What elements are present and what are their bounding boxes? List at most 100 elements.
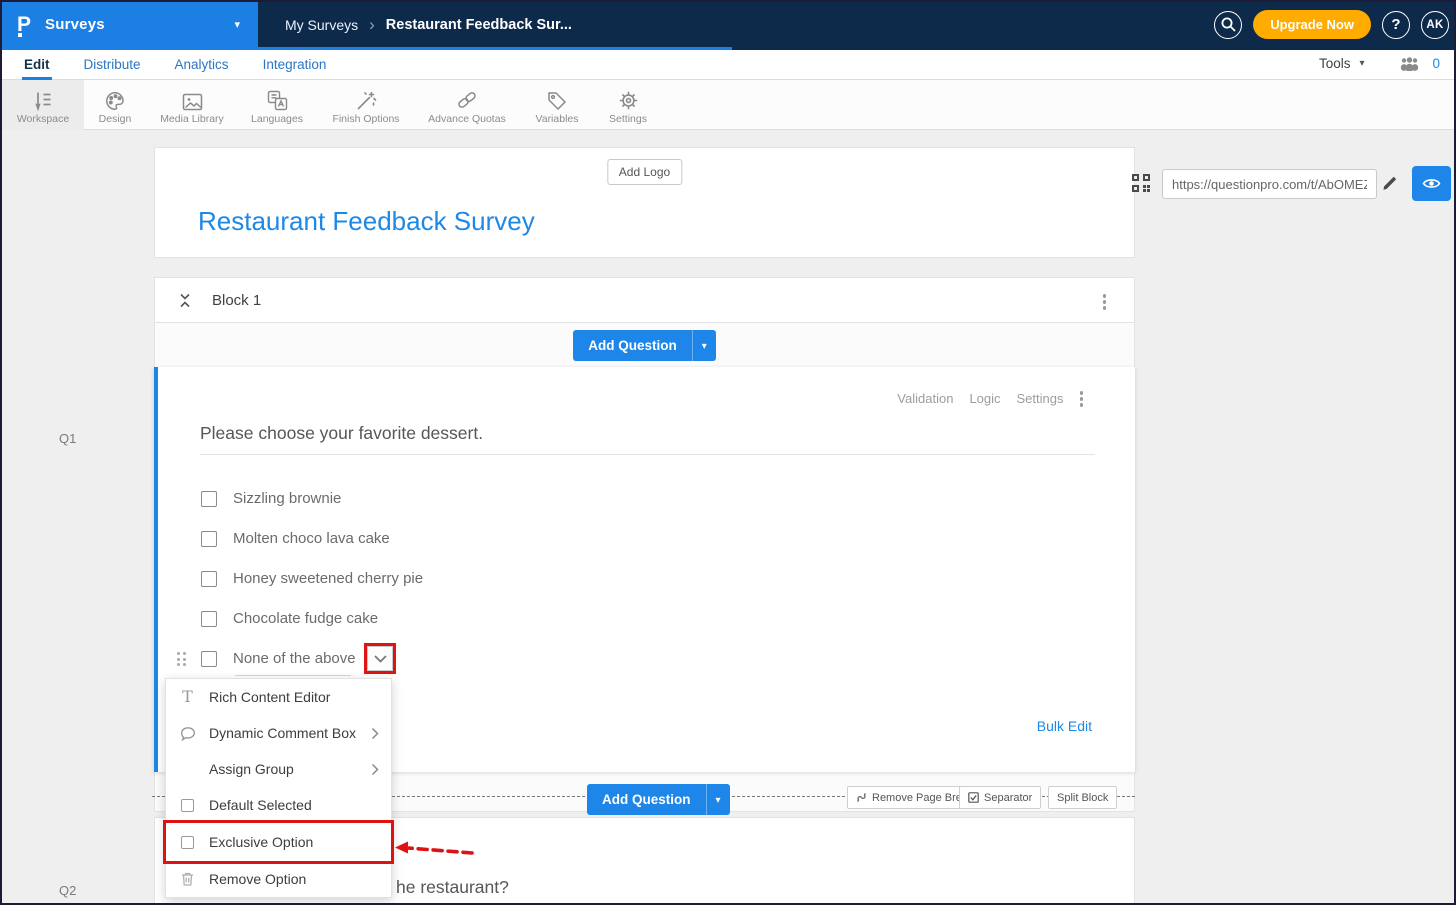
top-bar: P Surveys ▾ My Surveys › Restaurant Feed… (2, 2, 1456, 47)
option-label[interactable]: Sizzling brownie (233, 490, 341, 507)
menu-item-default-selected[interactable]: Default Selected (166, 787, 391, 823)
progress-bar-fill (2, 47, 732, 50)
tools-menu[interactable]: Tools (1319, 56, 1351, 71)
qr-code-icon[interactable] (1131, 173, 1151, 198)
product-name: Surveys (45, 16, 105, 33)
menu-item-assign-group[interactable]: Assign Group (166, 751, 391, 787)
split-block-button[interactable]: Split Block (1048, 786, 1117, 809)
chevron-down-icon[interactable]: ▾ (706, 784, 730, 815)
option-context-menu: T Rich Content Editor Dynamic Comment Bo… (165, 678, 392, 898)
toolbar-item-finish-options[interactable]: Finish Options (322, 80, 410, 130)
avatar[interactable]: AK (1421, 11, 1449, 39)
survey-header-card: Add Logo Restaurant Feedback Survey (154, 147, 1135, 258)
eye-icon (1422, 176, 1441, 191)
option-label[interactable]: None of the above (233, 650, 356, 667)
toolbar-item-design[interactable]: Design (86, 80, 144, 130)
search-button[interactable] (1214, 11, 1242, 39)
question-menu-kebab-icon[interactable] (1080, 391, 1084, 407)
toolbar-item-languages[interactable]: Languages (240, 80, 314, 130)
breadcrumb-separator-icon: › (369, 16, 375, 33)
annotation-arrow-icon (394, 838, 480, 862)
answer-option-row: Honey sweetened cherry pie (201, 570, 423, 587)
add-question-row: Add Question ▾ (155, 323, 1134, 368)
collaborators-count[interactable]: 0 (1432, 56, 1440, 71)
question1-id-label: Q1 (59, 431, 76, 446)
media-library-icon (150, 85, 234, 112)
checkbox-icon (179, 799, 196, 812)
settings-gear-icon (596, 85, 660, 112)
settings-link[interactable]: Settings (1017, 391, 1064, 406)
question-text[interactable]: Please choose your favorite dessert. (200, 423, 483, 444)
toolbar-item-settings[interactable]: Settings (596, 80, 660, 130)
breadcrumb-current-survey: Restaurant Feedback Sur... (386, 17, 572, 33)
option-edit-underline (235, 675, 351, 676)
trash-icon (179, 871, 196, 887)
breadcrumb: My Surveys › Restaurant Feedback Sur... (285, 2, 572, 47)
questionpro-logo-icon: P (16, 12, 36, 38)
product-switcher[interactable]: P Surveys ▾ (2, 2, 258, 47)
option-checkbox[interactable] (201, 571, 217, 587)
separator-button[interactable]: Separator (959, 786, 1041, 809)
menu-item-dynamic-comment-box[interactable]: Dynamic Comment Box (166, 715, 391, 751)
add-question-button-2[interactable]: Add Question ▾ (587, 784, 730, 815)
option-label[interactable]: Chocolate fudge cake (233, 610, 378, 627)
chevron-down-icon: ▾ (1359, 58, 1364, 69)
tab-analytics[interactable]: Analytics (173, 57, 231, 80)
answer-option-row: Molten choco lava cake (201, 530, 390, 547)
toolbar-item-advance-quotas[interactable]: Advance Quotas (416, 80, 518, 130)
checkbox-icon (179, 836, 196, 849)
finish-options-wand-icon (322, 85, 410, 112)
logic-link[interactable]: Logic (969, 391, 1000, 406)
menu-item-remove-option[interactable]: Remove Option (166, 861, 391, 897)
chevron-down-icon: ▾ (234, 18, 240, 31)
block-header: Block 1 (155, 278, 1134, 323)
option-dropdown-highlight (364, 643, 396, 674)
bulk-edit-link[interactable]: Bulk Edit (1037, 718, 1092, 734)
option-checkbox[interactable] (201, 491, 217, 507)
submenu-chevron-right-icon (371, 727, 379, 740)
preview-button[interactable] (1412, 166, 1451, 201)
survey-title[interactable]: Restaurant Feedback Survey (198, 206, 535, 237)
question-meta-links: Validation Logic Settings (897, 391, 1083, 407)
breadcrumb-my-surveys[interactable]: My Surveys (285, 17, 358, 33)
upgrade-now-button[interactable]: Upgrade Now (1253, 10, 1371, 39)
drag-handle-icon[interactable] (177, 652, 186, 666)
design-palette-icon (86, 85, 144, 112)
chevron-down-icon (374, 655, 387, 663)
option-label[interactable]: Molten choco lava cake (233, 530, 390, 547)
answer-option-row: Sizzling brownie (201, 490, 341, 507)
menu-item-exclusive-option[interactable]: Exclusive Option (166, 823, 391, 861)
option-checkbox[interactable] (201, 651, 217, 667)
section-nav: Edit Distribute Analytics Integration To… (2, 47, 1456, 80)
workspace-icon (2, 85, 84, 112)
question2-id-label: Q2 (59, 883, 76, 898)
menu-item-rich-content-editor[interactable]: T Rich Content Editor (166, 679, 391, 715)
help-button[interactable]: ? (1382, 11, 1410, 39)
survey-url-input[interactable] (1162, 169, 1377, 199)
add-question-button[interactable]: Add Question ▾ (573, 330, 716, 361)
option-checkbox[interactable] (201, 611, 217, 627)
checked-checkbox-icon (968, 792, 979, 803)
tab-distribute[interactable]: Distribute (82, 57, 143, 80)
option-dropdown-button[interactable] (367, 646, 393, 671)
chevron-down-icon[interactable]: ▾ (692, 330, 716, 361)
toolbar-item-variables[interactable]: Variables (524, 80, 590, 130)
submenu-chevron-right-icon (371, 763, 379, 776)
comment-bubble-icon (179, 726, 196, 741)
block-title[interactable]: Block 1 (212, 292, 261, 309)
tab-edit[interactable]: Edit (22, 57, 52, 80)
search-icon (1220, 16, 1237, 33)
toolbar-item-workspace[interactable]: Workspace (2, 80, 84, 130)
edit-url-pencil-icon[interactable] (1381, 173, 1400, 197)
tab-integration[interactable]: Integration (261, 57, 329, 80)
option-label[interactable]: Honey sweetened cherry pie (233, 570, 423, 587)
toolbar-item-media-library[interactable]: Media Library (150, 80, 234, 130)
validation-link[interactable]: Validation (897, 391, 953, 406)
collapse-block-icon[interactable] (177, 292, 193, 314)
block-menu-kebab-icon[interactable] (1103, 294, 1107, 310)
add-logo-button[interactable]: Add Logo (607, 159, 682, 185)
nav-right: Tools ▾ 0 (1319, 47, 1440, 80)
option-checkbox[interactable] (201, 531, 217, 547)
collaborators-icon (1399, 56, 1420, 71)
languages-icon (240, 85, 314, 112)
